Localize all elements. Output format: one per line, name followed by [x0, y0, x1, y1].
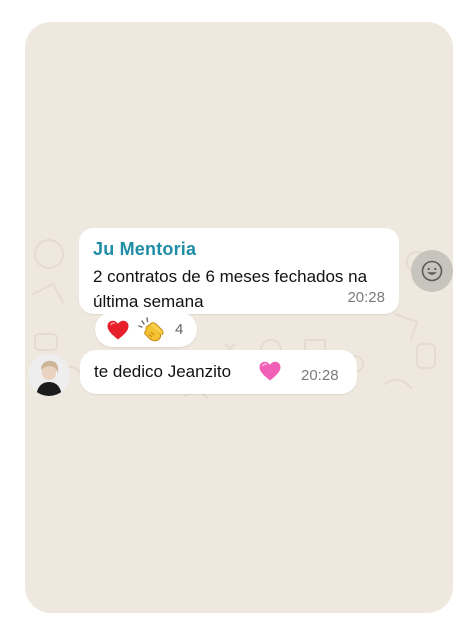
message-bubble[interactable]: Ju Mentoria 2 contratos de 6 meses fecha… [79, 228, 399, 314]
message-bubble[interactable]: te dedico Jeanzito 20:28 [80, 350, 357, 394]
message-time: 20:28 [347, 289, 385, 306]
message-text: te dedico Jeanzito [94, 362, 232, 381]
chat-area: Ju Mentoria 2 contratos de 6 meses fecha… [25, 22, 453, 613]
red-heart-icon [107, 320, 129, 340]
sender-name[interactable]: Ju Mentoria [93, 239, 196, 260]
react-button[interactable] [411, 250, 453, 292]
clapping-hands-icon [138, 317, 164, 342]
avatar-photo [28, 354, 70, 396]
reactions-pill[interactable]: 4 [95, 312, 197, 347]
message-time: 20:28 [301, 367, 339, 384]
reaction-count: 4 [175, 321, 184, 338]
pink-heart-icon [259, 361, 281, 381]
smiley-icon [421, 260, 443, 282]
avatar[interactable] [28, 354, 70, 396]
